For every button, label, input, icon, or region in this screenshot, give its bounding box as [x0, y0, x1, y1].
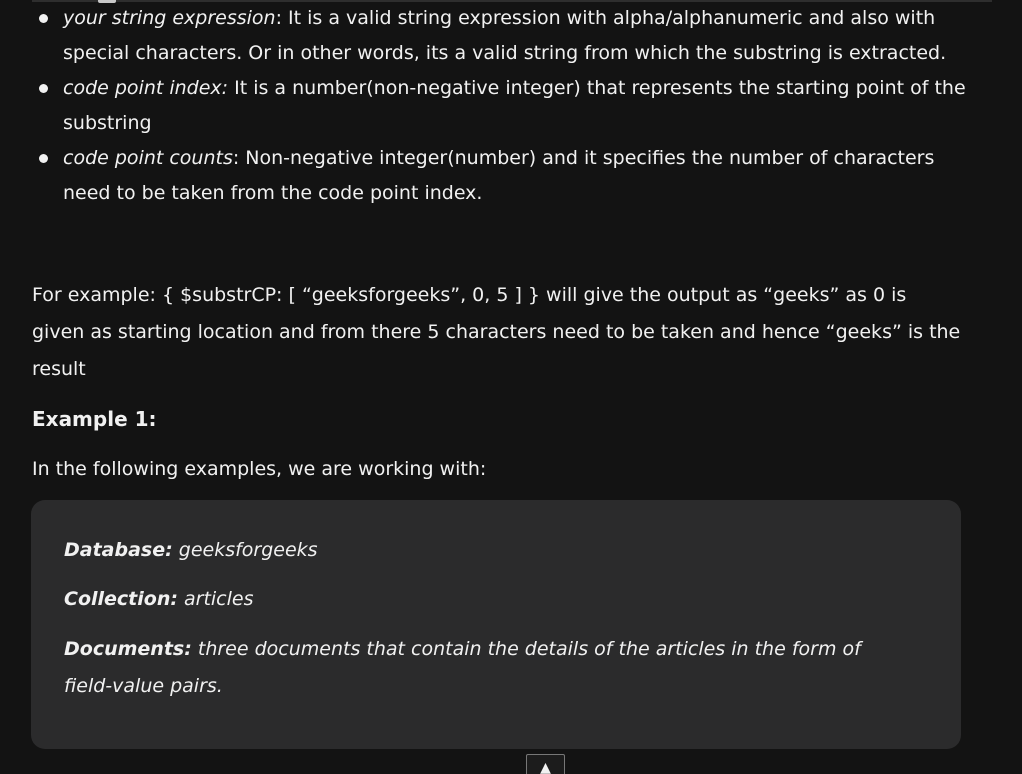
- parameter-term: your string expression: [63, 7, 276, 29]
- intro-text: In the following examples, we are workin…: [32, 458, 487, 480]
- example-paragraph: For example: { $substrCP: [ “geeksforgee…: [32, 284, 961, 380]
- list-item: code point index: It is a number(non-neg…: [36, 71, 966, 141]
- list-item: code point counts: Non-negative integer(…: [36, 141, 966, 211]
- parameter-term: code point counts: [63, 147, 233, 169]
- info-box: Database: geeksforgeeks Collection: arti…: [31, 500, 961, 749]
- collection-line: Collection: articles: [64, 581, 904, 618]
- parameter-list: your string expression: It is a valid st…: [36, 0, 966, 211]
- database-line: Database: geeksforgeeks: [64, 532, 904, 569]
- database-value: geeksforgeeks: [172, 539, 318, 561]
- list-item: your string expression: It is a valid st…: [36, 1, 966, 71]
- bullet-icon: [39, 154, 48, 163]
- example-heading: Example 1:: [32, 407, 157, 431]
- parameter-term: code point index:: [63, 77, 229, 99]
- chevron-up-icon: ▲: [540, 760, 551, 774]
- scroll-to-top-button[interactable]: ▲: [526, 754, 565, 774]
- collection-value: articles: [177, 588, 254, 610]
- database-label: Database:: [64, 539, 173, 561]
- documents-label: Documents:: [64, 638, 192, 660]
- bullet-icon: [39, 84, 48, 93]
- documents-line: Documents: three documents that contain …: [64, 631, 904, 705]
- collection-label: Collection:: [64, 588, 178, 610]
- bullet-icon: [39, 14, 48, 23]
